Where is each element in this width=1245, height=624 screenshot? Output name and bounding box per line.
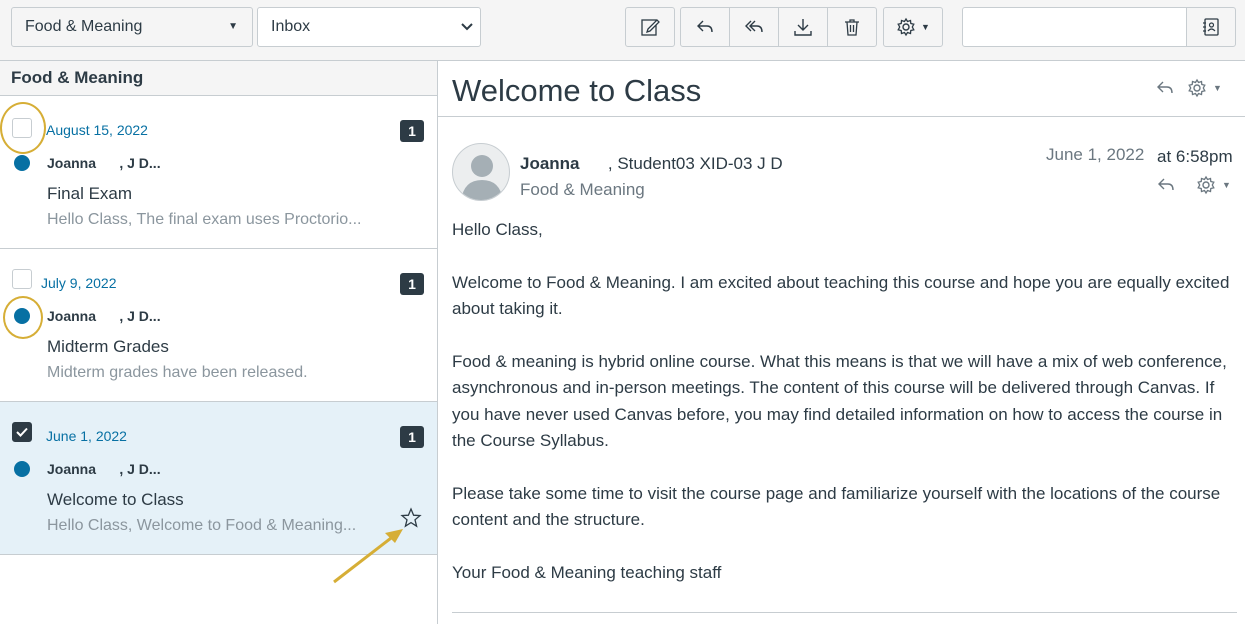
message-author: Joanna , J D... — [47, 461, 161, 477]
message-date: June 1, 2022 — [46, 428, 127, 444]
message-sender: Joanna , Student03 XID-03 J D — [520, 154, 783, 174]
reply-icon[interactable] — [1156, 175, 1176, 195]
divider — [452, 612, 1237, 613]
settings-icon — [897, 17, 915, 37]
message-subject: Welcome to Class — [47, 490, 184, 509]
select-checkbox[interactable] — [12, 269, 32, 289]
caret-down-icon[interactable]: ▼ — [1222, 180, 1231, 190]
body-paragraph: Welcome to Food & Meaning. I am excited … — [452, 272, 1230, 319]
delete-button[interactable] — [827, 7, 877, 47]
message-subject: Final Exam — [47, 184, 133, 203]
search-input[interactable] — [962, 7, 1187, 47]
divider — [438, 116, 1245, 117]
message-author: Joanna , J D... — [47, 308, 161, 324]
mailbox-filter-select[interactable]: Inbox — [257, 7, 481, 47]
message-time: at 6:58pm — [1157, 147, 1233, 166]
conversation-item[interactable]: August 15, 2022 1 Joanna , J D... Final … — [0, 96, 437, 249]
conversation-item[interactable]: July 9, 2022 1 Joanna , J D... Midterm G… — [0, 249, 437, 402]
toolbar: Food & Meaning ▼ Inbox ▼ — [0, 0, 1245, 61]
avatar-placeholder-icon — [461, 155, 503, 200]
settings-icon[interactable] — [1187, 78, 1207, 98]
caret-down-icon[interactable]: ▼ — [1213, 83, 1222, 93]
caret-down-icon: ▼ — [921, 22, 930, 32]
avatar[interactable] — [452, 143, 510, 201]
select-checkbox[interactable] — [12, 118, 32, 138]
conversation-actions: ▼ — [1155, 77, 1235, 99]
conversation-title: Welcome to Class — [452, 73, 702, 108]
sender-details: , Student03 XID-03 J D — [579, 154, 783, 173]
address-book-button[interactable] — [1186, 7, 1236, 47]
reply-icon[interactable] — [1155, 78, 1175, 98]
compose-icon — [641, 19, 660, 36]
message-preview: Midterm grades have been released. — [47, 364, 308, 381]
message-count-badge: 1 — [400, 120, 424, 142]
checkmark-icon — [16, 427, 28, 437]
settings-menu-button[interactable]: ▼ — [883, 7, 943, 47]
compose-button[interactable] — [625, 7, 675, 47]
body-paragraph: Hello Class, — [452, 220, 543, 239]
mailbox-filter-label: Inbox — [271, 18, 311, 35]
conversation-list: Food & Meaning August 15, 2022 1 Joanna … — [0, 61, 438, 624]
reply-button[interactable] — [680, 7, 730, 47]
archive-button[interactable] — [778, 7, 828, 47]
list-header: Food & Meaning — [0, 61, 437, 96]
body-paragraph: Please take some time to visit the cours… — [452, 483, 1221, 530]
message-author: Joanna , J D... — [47, 155, 161, 171]
body-paragraph: Your Food & Meaning teaching staff — [452, 562, 722, 582]
select-checkbox[interactable] — [12, 422, 32, 442]
message-date: June 1, 2022 — [1046, 145, 1145, 164]
course-filter-label: Food & Meaning — [25, 18, 143, 35]
caret-down-icon: ▼ — [228, 21, 238, 32]
star-outline-icon[interactable] — [400, 507, 422, 529]
reply-icon — [697, 20, 713, 33]
reply-all-icon — [745, 20, 763, 33]
unread-indicator[interactable] — [14, 461, 30, 477]
chevron-down-icon — [461, 23, 473, 31]
message-preview: Hello Class, Welcome to Food & Meaning..… — [47, 517, 357, 534]
message-reading-pane: Welcome to Class ▼ Joanna , Student03 XI… — [438, 61, 1245, 624]
course-filter-select[interactable]: Food & Meaning ▼ — [11, 7, 253, 47]
archive-icon — [794, 19, 812, 36]
sender-name: Joanna — [520, 154, 580, 173]
message-count-badge: 1 — [400, 273, 424, 295]
message-body: Hello Class, Welcome to Food & Meaning. … — [452, 217, 1242, 612]
settings-icon[interactable] — [1196, 175, 1216, 195]
message-preview: Hello Class, The final exam uses Proctor… — [47, 211, 362, 228]
message-actions: ▼ — [1146, 174, 1236, 196]
message-subject: Midterm Grades — [47, 337, 169, 356]
body-paragraph: Food & meaning is hybrid online course. … — [452, 351, 1227, 451]
address-book-icon — [1203, 18, 1219, 36]
unread-indicator[interactable] — [14, 155, 30, 171]
sender-course: Food & Meaning — [520, 180, 645, 199]
conversation-item-selected[interactable]: June 1, 2022 1 Joanna , J D... Welcome t… — [0, 402, 437, 555]
unread-indicator[interactable] — [14, 308, 30, 324]
message-count-badge: 1 — [400, 426, 424, 448]
reply-all-button[interactable] — [729, 7, 779, 47]
message-date: August 15, 2022 — [46, 122, 148, 138]
message-date: July 9, 2022 — [41, 275, 117, 291]
delete-icon — [845, 19, 859, 36]
